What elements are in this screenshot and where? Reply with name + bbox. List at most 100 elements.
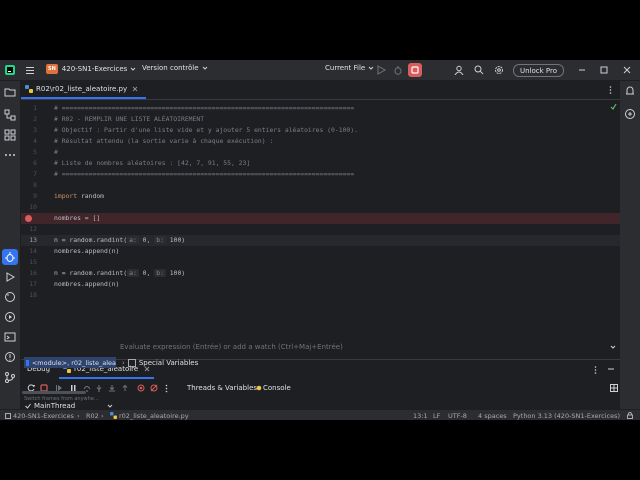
view-breakpoints-icon[interactable] — [137, 384, 145, 392]
services-icon[interactable] — [4, 311, 16, 323]
python-interpreter[interactable]: Python 3.13 (420-SN1-Exercices) — [513, 412, 620, 420]
python-packages-icon[interactable] — [4, 129, 16, 141]
line-number[interactable]: 13 — [21, 235, 37, 246]
app-logo-icon[interactable] — [5, 65, 15, 75]
more-tools-icon[interactable] — [4, 149, 16, 161]
git-icon[interactable] — [4, 371, 16, 383]
line-number[interactable]: 14 — [21, 246, 37, 257]
variables-icon — [127, 358, 136, 367]
chevron-right-icon[interactable]: › — [122, 359, 125, 367]
breadcrumb-folder[interactable]: R02 — [86, 412, 99, 420]
notifications-bell-icon[interactable] — [624, 85, 636, 97]
line-number[interactable]: 17 — [21, 279, 37, 290]
project-folder-icon[interactable] — [4, 86, 16, 98]
settings-gear-icon[interactable] — [494, 65, 504, 75]
layout-icon[interactable] — [610, 384, 618, 392]
search-icon[interactable] — [474, 65, 484, 75]
frames-scrollbar[interactable] — [22, 391, 86, 394]
line-number[interactable]: 4 — [21, 136, 37, 147]
stop-icon[interactable] — [408, 63, 422, 77]
project-selector[interactable]: SN 420-SN1-Exercices — [46, 64, 136, 74]
code-line[interactable]: 8 — [21, 180, 620, 191]
breakpoint-icon[interactable] — [25, 215, 32, 222]
eval-expression-field[interactable]: Evaluate expression (Entrée) or add a wa… — [116, 341, 616, 352]
expand-chevron-icon[interactable] — [610, 344, 616, 350]
run-icon[interactable] — [376, 65, 386, 75]
python-file-icon — [25, 85, 33, 93]
code-line[interactable]: 3 # Objectif : Partir d'une liste vide et… — [21, 125, 620, 136]
maximize-icon[interactable] — [599, 65, 609, 75]
vcs-menu[interactable]: Version contrôle — [142, 64, 208, 72]
tab-console[interactable]: Console — [256, 384, 291, 392]
tab-threads-variables[interactable]: Threads & Variables — [187, 384, 257, 392]
frame-item[interactable]: <module>, r02_liste_alea — [24, 357, 116, 368]
problems-icon[interactable] — [4, 351, 16, 363]
line-separator[interactable]: LF — [433, 412, 440, 420]
code-line[interactable]: 5 # — [21, 147, 620, 158]
editor-tab-bar: R02\r02_liste_aleatoire.py — [21, 81, 620, 100]
step-into-my-code-icon[interactable] — [108, 384, 116, 392]
tab-close-icon[interactable] — [132, 86, 138, 92]
account-icon[interactable] — [454, 65, 464, 75]
code-line[interactable]: 17 nombres.append(n) — [21, 279, 620, 290]
code-line[interactable]: 9 import random — [21, 191, 620, 202]
line-number[interactable]: 12 — [21, 224, 37, 235]
unlock-pro-button[interactable]: Unlock Pro — [513, 64, 565, 77]
code-line[interactable]: 4 # Résultat attendu (la sortie varie à c… — [21, 136, 620, 147]
caret-position[interactable]: 13:1 — [413, 412, 428, 420]
minimize-icon[interactable] — [577, 65, 587, 75]
debug-tool-icon[interactable] — [2, 249, 18, 265]
code-editor[interactable]: 1 # =====================================… — [21, 100, 620, 358]
code-text: import random — [54, 191, 104, 202]
line-number[interactable]: 8 — [21, 180, 37, 191]
panel-options-icon[interactable] — [594, 365, 597, 375]
line-number[interactable]: 10 — [21, 202, 37, 213]
lock-icon[interactable] — [627, 412, 633, 419]
code-line[interactable]: 14 nombres.append(n) — [21, 246, 620, 257]
code-line[interactable]: 7 # =====================================… — [21, 169, 620, 180]
line-number[interactable]: 6 — [21, 158, 37, 169]
line-number[interactable]: 7 — [21, 169, 37, 180]
python-console-icon[interactable] — [4, 291, 16, 303]
breadcrumb-project[interactable]: 420-SN1-Exercices — [13, 412, 74, 420]
structure-icon[interactable] — [4, 109, 16, 121]
line-number[interactable]: 9 — [21, 191, 37, 202]
code-line[interactable]: 16 n = random.randint(a: 0, b: 100) — [21, 268, 620, 279]
breadcrumb-file[interactable]: r02_liste_aleatoire.py — [119, 412, 189, 420]
step-out-icon[interactable] — [121, 384, 129, 392]
debug-bug-icon[interactable] — [393, 65, 403, 75]
code-line[interactable]: 15 — [21, 257, 620, 268]
code-line[interactable]: 11nombres = [] — [21, 213, 620, 224]
code-line[interactable]: 12 — [21, 224, 620, 235]
step-into-icon[interactable] — [95, 384, 103, 392]
line-number[interactable]: 3 — [21, 125, 37, 136]
line-number[interactable]: 18 — [21, 290, 37, 301]
line-number[interactable]: 16 — [21, 268, 37, 279]
code-line[interactable]: 10 — [21, 202, 620, 213]
special-variables-node[interactable]: › Special Variables — [122, 357, 198, 368]
code-line[interactable]: 18 — [21, 290, 620, 301]
line-number[interactable]: 2 — [21, 114, 37, 125]
code-line[interactable]: 2 # R02 - REMPLIR UNE LISTE ALÉATOIREMENT — [21, 114, 620, 125]
line-number[interactable]: 15 — [21, 257, 37, 268]
code-line[interactable]: 1 # =====================================… — [21, 103, 620, 114]
code-line[interactable]: 6 # Liste de nombres aléatoires : [42, 7,… — [21, 158, 620, 169]
panel-minimize-icon[interactable] — [607, 365, 615, 373]
run-config-selector[interactable]: Current File — [325, 64, 374, 72]
more-actions-icon[interactable] — [165, 384, 168, 393]
mute-breakpoints-icon[interactable] — [150, 384, 158, 392]
indent-setting[interactable]: 4 spaces — [478, 412, 507, 420]
line-number[interactable]: 5 — [21, 147, 37, 158]
code-line[interactable]: 13 n = random.randint(a: 0, b: 100) — [21, 235, 620, 246]
file-encoding[interactable]: UTF-8 — [448, 412, 467, 420]
run-tool-icon[interactable] — [4, 271, 16, 283]
code-text: n = random.randint(a: 0, b: 100) — [54, 268, 185, 279]
ai-assistant-icon[interactable] — [624, 108, 636, 120]
console-tab-label: Console — [263, 384, 291, 392]
line-number[interactable]: 1 — [21, 103, 37, 114]
editor-tab-active[interactable]: R02\r02_liste_aleatoire.py — [21, 81, 147, 99]
close-icon[interactable] — [622, 65, 632, 75]
terminal-icon[interactable] — [4, 331, 16, 343]
main-menu-icon[interactable] — [25, 65, 35, 75]
tab-more-icon[interactable] — [609, 85, 612, 95]
